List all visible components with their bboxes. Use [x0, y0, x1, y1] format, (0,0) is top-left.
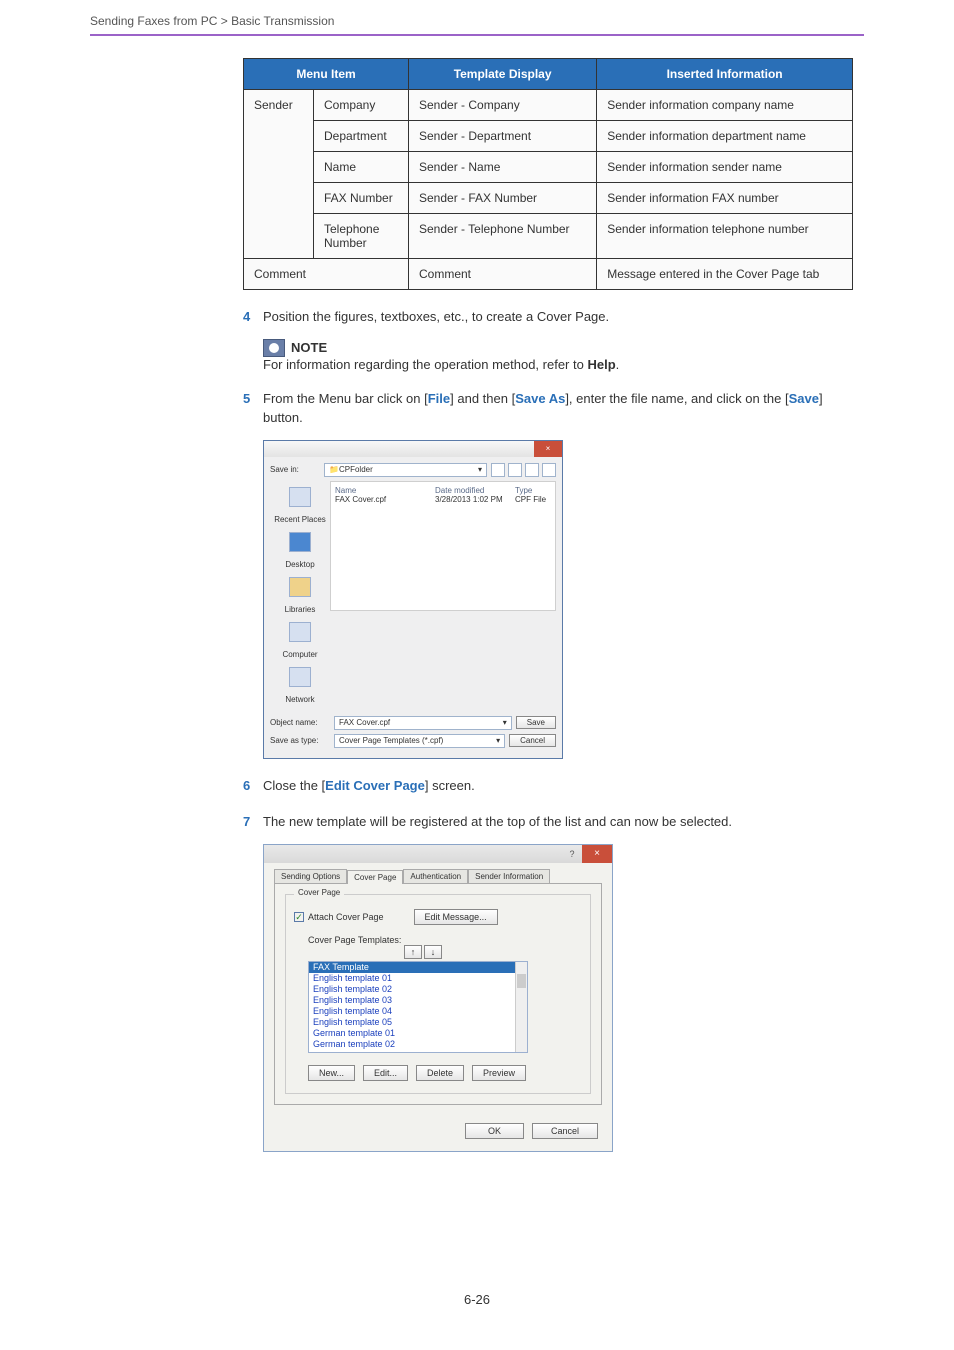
step-number: 5 [243, 390, 263, 428]
network-icon[interactable] [289, 667, 311, 687]
close-icon[interactable]: × [534, 441, 562, 457]
cell-template: Sender - Telephone Number [409, 214, 597, 259]
cancel-button[interactable]: Cancel [509, 734, 556, 747]
move-down-button[interactable]: ↓ [424, 945, 442, 959]
list-item[interactable]: English template 03 [309, 995, 527, 1006]
list-item[interactable]: English template 05 [309, 1017, 527, 1028]
toolbar-icons[interactable] [491, 463, 556, 477]
note-icon [263, 339, 285, 357]
page-number: 6-26 [90, 1292, 864, 1307]
help-icon[interactable]: ? [562, 845, 582, 863]
scrollbar[interactable] [515, 962, 527, 1052]
cell-company: Company [314, 90, 409, 121]
step-text: The new template will be registered at t… [263, 813, 853, 832]
step-text: From the Menu bar click on [File] and th… [263, 390, 853, 428]
cell-sender: Sender [244, 90, 314, 259]
save-as-dialog: × Save in: 📁 CPFolder ▾ Recent Places De… [263, 440, 563, 759]
step-number: 4 [243, 308, 263, 327]
tab-sending-options[interactable]: Sending Options [274, 869, 347, 883]
step-text: Position the figures, textboxes, etc., t… [263, 308, 853, 327]
settings-dialog: ? × Sending Options Cover Page Authentic… [263, 844, 613, 1152]
cell-inserted: Message entered in the Cover Page tab [597, 259, 853, 290]
delete-button[interactable]: Delete [416, 1065, 464, 1081]
object-name-input[interactable]: FAX Cover.cpf▾ [334, 716, 512, 730]
note-label: NOTE [291, 340, 327, 355]
cell-inserted: Sender information company name [597, 90, 853, 121]
places-sidebar[interactable]: Recent Places Desktop Libraries Computer… [270, 481, 330, 710]
cell-fax-number: FAX Number [314, 183, 409, 214]
edit-message-button[interactable]: Edit Message... [414, 909, 498, 925]
cell-template: Sender - Company [409, 90, 597, 121]
attach-cover-page-checkbox[interactable]: ✓Attach Cover Page [294, 912, 384, 922]
computer-icon[interactable] [289, 622, 311, 642]
file-list[interactable]: Name Date modified Type FAX Cover.cpf 3/… [330, 481, 556, 611]
cell-inserted: Sender information department name [597, 121, 853, 152]
breadcrumb: Sending Faxes from PC > Basic Transmissi… [90, 10, 864, 34]
cell-name: Name [314, 152, 409, 183]
desktop-icon[interactable] [289, 532, 311, 552]
recent-places-icon[interactable] [289, 487, 311, 507]
tab-authentication[interactable]: Authentication [403, 869, 468, 883]
step-text: Close the [Edit Cover Page] screen. [263, 777, 853, 796]
cell-template: Sender - Department [409, 121, 597, 152]
cancel-button[interactable]: Cancel [532, 1123, 598, 1139]
cell-comment: Comment [244, 259, 409, 290]
cell-department: Department [314, 121, 409, 152]
save-type-dropdown[interactable]: Cover Page Templates (*.cpf)▾ [334, 734, 505, 748]
libraries-icon[interactable] [289, 577, 311, 597]
file-item[interactable]: FAX Cover.cpf [335, 495, 435, 504]
cell-template: Sender - FAX Number [409, 183, 597, 214]
tab-sender-information[interactable]: Sender Information [468, 869, 550, 883]
cell-inserted: Sender information sender name [597, 152, 853, 183]
step-number: 6 [243, 777, 263, 796]
cell-template: Sender - Name [409, 152, 597, 183]
object-name-label: Object name: [270, 718, 330, 727]
edit-button[interactable]: Edit... [363, 1065, 408, 1081]
cell-template: Comment [409, 259, 597, 290]
list-item[interactable]: English template 04 [309, 1006, 527, 1017]
save-type-label: Save as type: [270, 736, 330, 745]
new-button[interactable]: New... [308, 1065, 355, 1081]
cell-telephone-number: Telephone Number [314, 214, 409, 259]
list-item[interactable]: German template 01 [309, 1028, 527, 1039]
preview-button[interactable]: Preview [472, 1065, 526, 1081]
list-item[interactable]: English template 01 [309, 973, 527, 984]
col-menu-item: Menu Item [244, 59, 409, 90]
cell-inserted: Sender information FAX number [597, 183, 853, 214]
list-item[interactable]: English template 02 [309, 984, 527, 995]
savein-label: Save in: [270, 465, 320, 474]
menu-table: Menu Item Template Display Inserted Info… [243, 58, 853, 290]
list-item[interactable]: FAX Template [309, 962, 527, 973]
close-icon[interactable]: × [582, 845, 612, 863]
list-item[interactable]: German template 02 [309, 1039, 527, 1050]
cell-inserted: Sender information telephone number [597, 214, 853, 259]
savein-dropdown[interactable]: 📁 CPFolder ▾ [324, 463, 487, 477]
ok-button[interactable]: OK [465, 1123, 524, 1139]
group-title: Cover Page [294, 888, 344, 897]
col-inserted-info: Inserted Information [597, 59, 853, 90]
step-number: 7 [243, 813, 263, 832]
move-up-button[interactable]: ↑ [404, 945, 422, 959]
templates-label: Cover Page Templates: [308, 935, 582, 945]
save-button[interactable]: Save [516, 716, 556, 729]
header-rule [90, 34, 864, 36]
col-template-display: Template Display [409, 59, 597, 90]
tab-cover-page[interactable]: Cover Page [347, 870, 403, 884]
note-text: For information regarding the operation … [263, 357, 853, 372]
templates-listbox[interactable]: FAX Template English template 01 English… [308, 961, 528, 1053]
